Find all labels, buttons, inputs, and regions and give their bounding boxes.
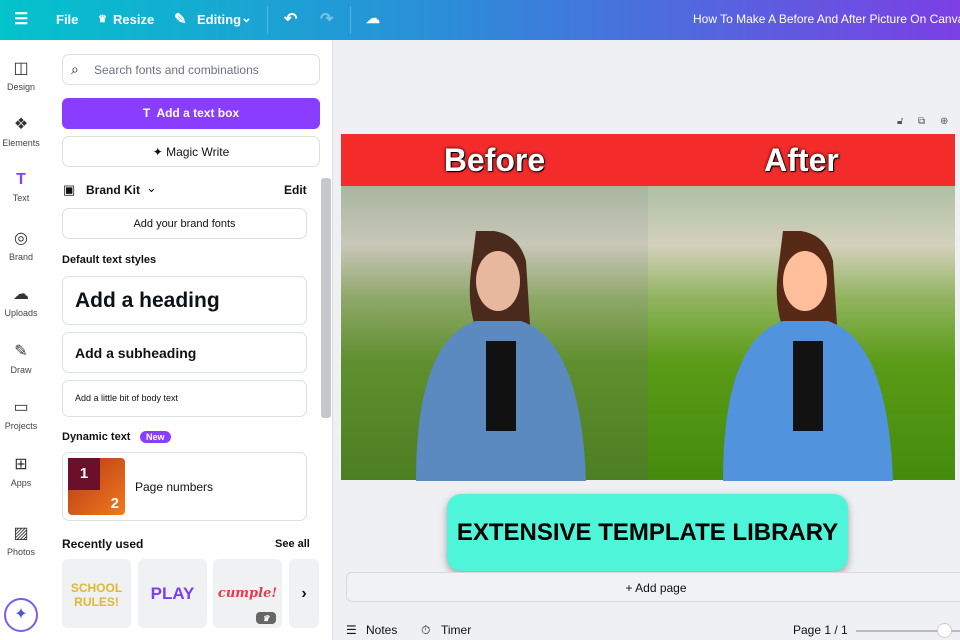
search-icon: ⌕ [71,61,79,77]
after-photo [648,186,955,481]
add-page-icon[interactable]: ⊕ [940,116,948,127]
page-numbers-item[interactable]: 1 2 Page numbers [62,452,307,521]
edit-brand-kit-link[interactable]: Edit [284,183,307,197]
pen-icon: ✎ [14,343,28,360]
rail-item-label: Design [6,82,35,92]
add-text-box-label: Add a text box [156,106,240,120]
text-panel: ⌕ Search fonts and combinations T Add a … [50,40,333,640]
file-menu[interactable]: File [56,12,78,27]
recent-item[interactable]: SCHOOL RULES! [62,559,131,628]
rail-item-label: Projects [4,421,38,431]
timer-button[interactable]: Timer [441,623,471,637]
rail-item-label: Brand [8,252,34,262]
recent-next-button[interactable]: › [289,559,319,628]
person-image [416,231,586,481]
brand-kit-dropdown[interactable]: Brand Kit [86,183,140,197]
after-panel: After [648,134,955,481]
side-rail: ◫ Design ❖ Elements T Text ◎ Brand ☁ Uploads ✎ Draw… [0,40,50,640]
rail-item-label: Photos [6,547,36,557]
editing-dropdown[interactable]: Editing [197,12,241,27]
rail-item-uploads[interactable]: ☁ Uploads [0,284,42,318]
magic-write-label: Magic Write [166,145,230,159]
magic-wand-icon: ✦ [152,145,167,159]
scrollbar[interactable] [321,178,331,418]
brand-kit-icon: ▣ [63,182,76,197]
rail-item-photos[interactable]: ▨ Photos [0,523,42,557]
timer-icon: ⏱ [421,623,431,637]
chevron-right-icon: › [301,585,307,602]
rail-item-draw[interactable]: ✎ Draw [0,341,42,375]
rail-item-elements[interactable]: ❖ Elements [0,114,42,148]
redo-icon[interactable]: ↷ [320,9,333,29]
section-heading: Dynamic text [62,431,131,443]
resize-button[interactable]: Resize [113,12,154,27]
crown-icon: ♛ [256,612,276,624]
cloud-upload-icon: ☁ [13,286,29,303]
recent-item-label: SCHOOL RULES! [70,581,123,609]
new-badge: New [140,431,171,443]
add-body-text-button[interactable]: Add a little bit of body text [62,380,307,417]
notes-button[interactable]: Notes [366,623,397,637]
text-icon: T [16,171,26,188]
add-heading-button[interactable]: Add a heading [62,276,307,325]
recent-item[interactable]: cumple! ♛ [213,559,282,628]
add-subheading-button[interactable]: Add a subheading [62,332,307,373]
recent-item[interactable]: PLAY [138,559,207,628]
section-heading: Recently used [62,537,144,551]
template-library-banner: EXTENSIVE TEMPLATE LIBRARY [447,494,848,571]
page-indicator[interactable]: Page 1 / 1 [793,623,848,637]
rail-item-projects[interactable]: ▭ Projects [0,397,42,431]
menu-icon[interactable]: ☰ [14,9,28,29]
rail-item-label: Draw [10,365,32,375]
recent-item-label: PLAY [150,584,195,603]
rail-item-design[interactable]: ◫ Design [0,58,42,92]
rail-item-text[interactable]: T Text [0,171,42,203]
crown-icon: ♛ [98,14,107,25]
design-canvas[interactable]: Before After [341,134,955,481]
layout-icon: ◫ [13,60,29,77]
shapes-icon: ❖ [13,116,29,133]
chevron-down-icon[interactable]: ⌄ [146,180,157,196]
rail-item-brand[interactable]: ◎ Brand [0,228,42,262]
before-label: Before [341,134,648,186]
page-numbers-label: Page numbers [135,480,214,494]
recent-item-label: cumple! [217,586,278,601]
add-text-box-button[interactable]: T Add a text box [62,98,320,129]
magic-assistant-icon[interactable]: ✦ [4,598,38,632]
cloud-save-icon[interactable]: ☁ [366,10,380,27]
zoom-slider-handle[interactable] [937,623,953,638]
text-icon: T [142,106,157,120]
add-brand-fonts-button[interactable]: Add your brand fonts [62,208,307,239]
section-heading: Default text styles [62,254,157,266]
page-number-one: 1 [68,458,100,490]
rail-item-label: Text [12,193,30,203]
search-placeholder: Search fonts and combinations [94,63,259,77]
before-panel: Before [341,134,648,481]
rail-item-label: Uploads [4,308,38,318]
brand-icon: ◎ [14,230,28,247]
page-numbers-thumbnail: 1 2 [68,458,125,515]
notes-icon: ☰ [346,623,357,637]
search-input[interactable]: ⌕ Search fonts and combinations [62,54,320,85]
pencil-icon: ✎ [174,11,187,28]
folder-icon: ▭ [13,399,29,416]
duplicate-icon[interactable]: ⧉ [918,116,925,127]
add-page-button[interactable]: + Add page [346,572,960,602]
lock-icon[interactable]: 🔓︎ [897,116,903,127]
chevron-down-icon[interactable]: ⌄ [241,10,252,26]
page-number-two: 2 [110,495,119,512]
see-all-link[interactable]: See all [275,538,310,550]
apps-icon: ⊞ [14,456,28,473]
undo-icon[interactable]: ↶ [284,9,297,29]
image-icon: ▨ [13,525,29,542]
rail-item-label: Elements [2,138,40,148]
person-image [723,231,893,481]
document-title[interactable]: How To Make A Before And After Picture O… [693,12,960,26]
magic-write-button[interactable]: ✦ Magic Write [62,136,320,167]
rail-item-label: Apps [10,478,32,488]
rail-item-apps[interactable]: ⊞ Apps [0,454,42,488]
after-label: After [648,134,955,186]
top-bar: ☰ File ♛ Resize ✎ Editing ⌄ ↶ ↷ ☁ How To… [0,0,960,40]
before-photo [341,186,648,481]
